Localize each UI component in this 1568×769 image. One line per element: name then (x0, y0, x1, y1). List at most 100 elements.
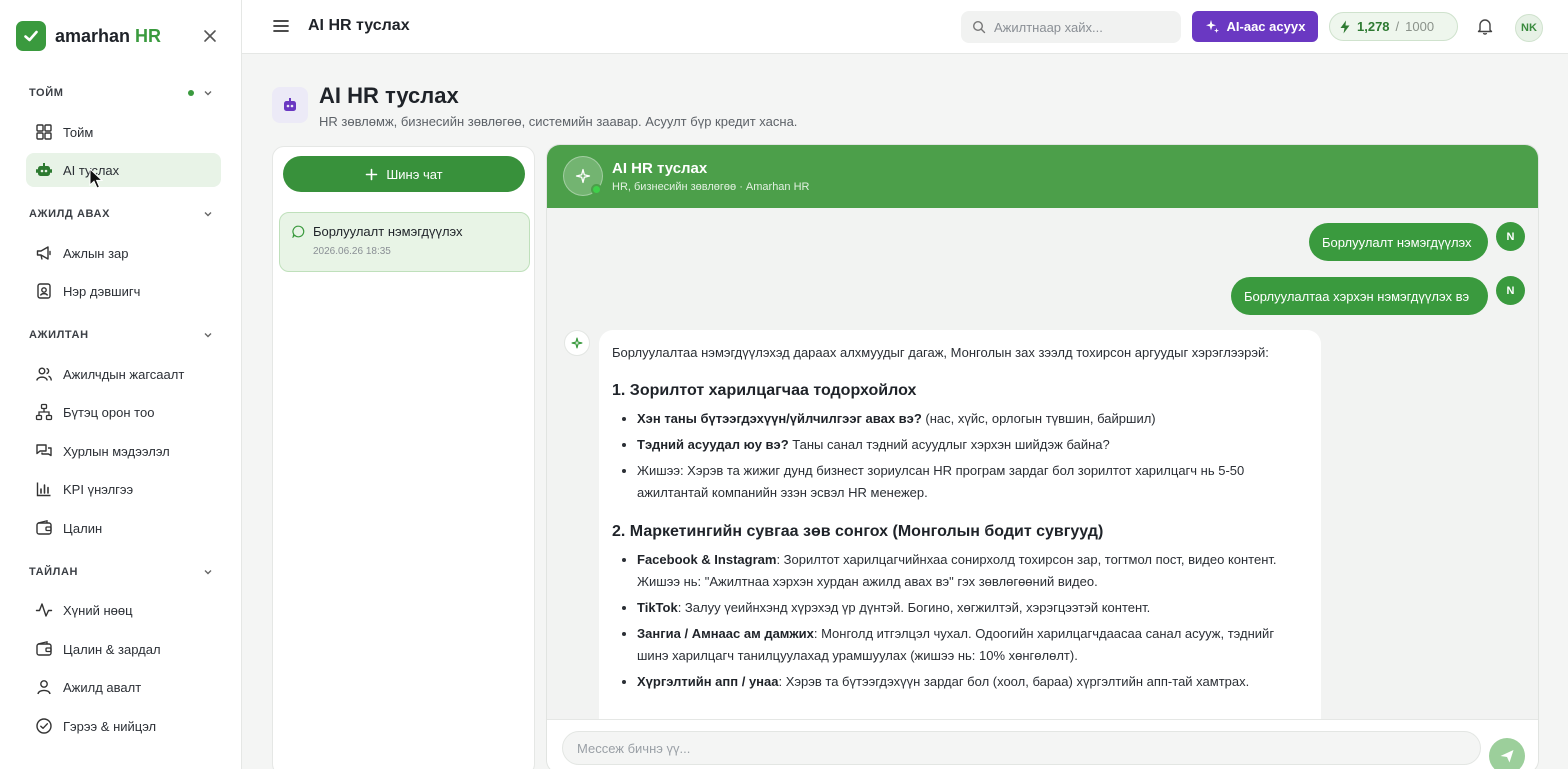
sidebar-item-label: Хүний нөөц (63, 602, 133, 618)
section-label: АЖИЛД АВАХ (29, 208, 111, 220)
section-reports[interactable]: ТАЙЛАН (29, 563, 214, 581)
bot-message-heading: 1. Зорилтот харилцагчаа тодорхойлох (612, 382, 917, 399)
sidebar-item-meetings[interactable]: Хурлын мэдээлэл (26, 434, 221, 468)
message-input[interactable] (562, 731, 1481, 765)
sparkle-icon (575, 168, 591, 184)
section-label: ТОЙМ (29, 87, 64, 99)
sidebar-item-label: Бүтэц орон тоо (63, 404, 155, 420)
bot-message-list: Хэн таны бүтээгдэхүүн/үйлчилгээг авах вэ… (612, 408, 1308, 504)
sidebar-item-label: Ажлын зар (63, 245, 129, 261)
sidebar-item-label: KPI үнэлгээ (63, 481, 134, 497)
lightning-icon (1340, 20, 1350, 33)
sidebar-item-org-structure[interactable]: Бүтэц орон тоо (26, 395, 221, 429)
credits-badge[interactable]: 1,278 / 1000 (1329, 12, 1458, 41)
sidebar-item-label: Гэрээ & нийцэл (63, 718, 157, 734)
chat-header-title: AI HR туслах (612, 160, 708, 177)
sidebar-item-salary[interactable]: Цалин (26, 511, 221, 545)
list-item: Жишээ: Хэрэв та жижиг дунд бизнест зориу… (637, 460, 1308, 504)
search-box[interactable] (961, 11, 1181, 43)
sidebar-item-label: Ажилд авалт (63, 679, 142, 695)
wallet-icon (36, 519, 52, 535)
send-button[interactable] (1489, 738, 1525, 769)
sidebar-item-label: Ажилчдын жагсаалт (63, 366, 185, 382)
sidebar-item-employee-list[interactable]: Ажилчдын жагсаалт (26, 357, 221, 391)
megaphone-icon (36, 246, 51, 260)
section-label: ТАЙЛАН (29, 566, 79, 578)
online-status-dot (591, 184, 602, 195)
bot-message-avatar (564, 330, 590, 356)
sparkle-icon (571, 337, 583, 349)
brand[interactable]: amarhan HR (16, 21, 161, 51)
wallet-icon (36, 640, 52, 656)
page-icon (272, 87, 308, 123)
chat-list-panel: Шинэ чат Борлуулалт нэмэгдүүлэх 2026.06.… (272, 146, 535, 769)
sidebar-item-ai-assistant[interactable]: AI туслах (26, 153, 221, 187)
section-overview[interactable]: ТОЙМ (29, 84, 214, 102)
topbar: AI HR туслах AI-аас асуух 1,278 / 1000 N… (242, 0, 1568, 54)
page-title: AI HR туслах (319, 83, 459, 108)
new-chat-button[interactable]: Шинэ чат (283, 156, 525, 192)
sidebar-item-label: Цалин (63, 520, 103, 536)
activity-icon (35, 603, 53, 617)
sidebar-item-label: Нэр дэвшигч (63, 283, 141, 299)
search-icon (972, 20, 986, 34)
chevron-down-icon (204, 91, 212, 96)
user-icon (37, 680, 51, 695)
sidebar-item-contracts[interactable]: Гэрээ & нийцэл (26, 709, 221, 743)
user-message: Борлуулалтаа хэрхэн нэмэгдүүлэх вэ (1231, 277, 1488, 315)
plus-icon (366, 168, 378, 180)
sidebar-item-hiring-report[interactable]: Ажилд авалт (26, 670, 221, 704)
list-item: TikTok: Залуу үеийнхэнд хүрэхэд үр дүнтэ… (637, 597, 1308, 619)
bot-message-intro: Борлуулалтаа нэмэгдүүлэхэд дараах алхмуу… (612, 345, 1269, 360)
bot-message: Борлуулалтаа нэмэгдүүлэхэд дараах алхмуу… (599, 330, 1321, 750)
brand-logo-icon (16, 21, 46, 51)
ask-ai-button[interactable]: AI-аас асуух (1192, 11, 1318, 42)
robot-icon (36, 163, 52, 176)
list-item: Хэн таны бүтээгдэхүүн/үйлчилгээг авах вэ… (637, 408, 1308, 430)
section-recruitment[interactable]: АЖИЛД АВАХ (29, 205, 214, 223)
sidebar-item-hr-report[interactable]: Хүний нөөц (26, 593, 221, 627)
chevron-down-icon (204, 333, 212, 338)
bot-message-heading: 2. Маркетингийн сувгаа зөв сонгох (Монго… (612, 523, 1104, 540)
user-message-avatar: N (1496, 222, 1525, 251)
section-employees[interactable]: АЖИЛТАН (29, 326, 214, 344)
list-item: Facebook & Instagram: Зорилтот харилцагч… (637, 549, 1308, 593)
sidebar-item-candidates[interactable]: Нэр дэвшигч (26, 274, 221, 308)
sidebar-item-label: Цалин & зардал (63, 641, 161, 657)
sidebar-item-job-posts[interactable]: Ажлын зар (26, 236, 221, 270)
sidebar-item-label: Тойм (63, 124, 94, 140)
message-input-bar (547, 719, 1538, 769)
menu-icon[interactable] (272, 17, 290, 35)
list-item: Тэдний асуудал юу вэ? Таны санал тэдний … (637, 434, 1308, 456)
chat-item-title: Борлуулалт нэмэгдүүлэх (313, 224, 463, 239)
user-message-avatar: N (1496, 276, 1525, 305)
user-avatar[interactable]: NK (1515, 14, 1543, 42)
credits-separator: / (1395, 19, 1400, 34)
message-icon (292, 225, 305, 238)
topbar-title: AI HR туслах (308, 17, 410, 34)
chat-header-subtitle: HR, бизнесийн зөвлөгөө · Amarhan HR (612, 181, 810, 193)
bell-icon[interactable] (1476, 17, 1494, 35)
sidebar-item-label: Хурлын мэдээлэл (63, 443, 170, 459)
credits-max: 1000 (1405, 19, 1435, 34)
sidebar-item-kpi[interactable]: KPI үнэлгээ (26, 472, 221, 506)
dashboard-icon (36, 124, 52, 140)
user-message: Борлуулалт нэмэгдүүлэх (1309, 223, 1488, 261)
brand-suffix: HR (135, 25, 162, 46)
sidebar-item-overview[interactable]: Тойм (26, 115, 221, 149)
credits-current: 1,278 (1357, 19, 1390, 34)
chat-item-time: 2026.06.26 18:35 (313, 246, 391, 257)
search-input[interactable] (994, 19, 1164, 35)
chat-list-item[interactable]: Борлуулалт нэмэгдүүлэх 2026.06.26 18:35 (279, 212, 530, 272)
close-icon[interactable] (201, 27, 219, 45)
chat-header: AI HR туслах HR, бизнесийн зөвлөгөө · Am… (547, 145, 1538, 208)
chat-bubbles-icon (36, 444, 52, 457)
status-dot-icon (188, 90, 194, 96)
users-icon (36, 367, 52, 381)
ask-ai-label: AI-аас асуух (1226, 19, 1306, 34)
sidebar-item-label: AI туслах (63, 162, 120, 178)
page-subtitle: HR зөвлөмж, бизнесийн зөвлөгөө, системий… (319, 114, 798, 129)
sidebar-item-salary-expense[interactable]: Цалин & зардал (26, 632, 221, 666)
sparkle-icon (1205, 20, 1219, 33)
chat-window: AI HR туслах HR, бизнесийн зөвлөгөө · Am… (546, 144, 1539, 769)
